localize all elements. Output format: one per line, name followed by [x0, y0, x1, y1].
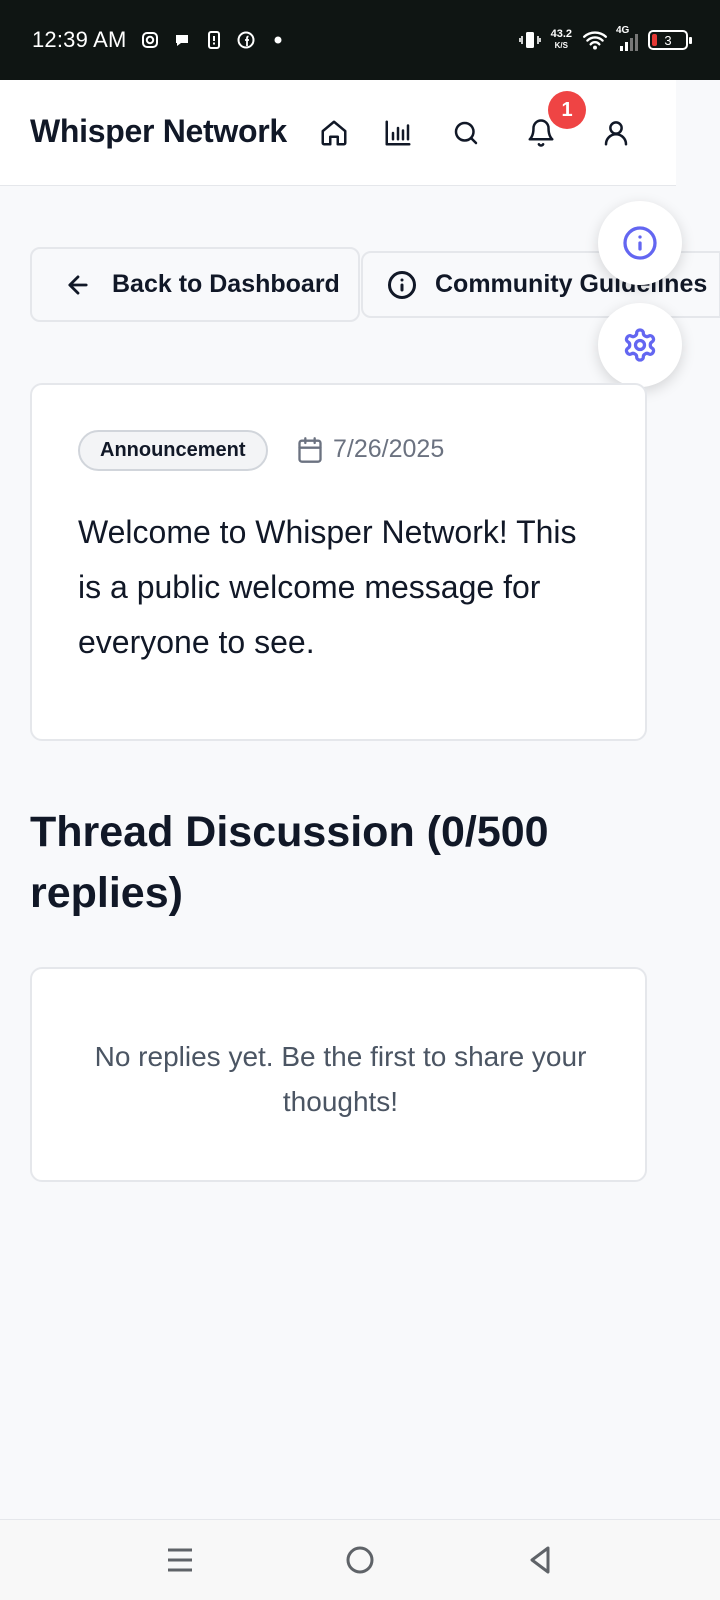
post-date-text: 7/26/2025 — [333, 435, 445, 463]
empty-replies-message: No replies yet. Be the first to share yo… — [94, 1041, 587, 1117]
post-category-badge: Announcement — [78, 430, 268, 471]
signal-bar-3 — [630, 38, 633, 51]
status-notification-icons — [141, 31, 287, 49]
status-bar: 12:39 AM 43.2 K/S 4G 3 — [0, 0, 720, 80]
status-time: 12:39 AM — [32, 27, 127, 52]
info-fab-button[interactable] — [598, 201, 682, 285]
more-dot-icon — [274, 36, 282, 44]
signal-bar-1 — [620, 46, 623, 51]
instagram-icon — [141, 32, 158, 48]
home-circle-icon — [346, 1546, 374, 1574]
sim-alert-icon — [207, 31, 220, 49]
brand-title[interactable]: Whisper Network — [30, 113, 287, 150]
vibrate-icon — [518, 32, 541, 48]
signal-bar-2 — [625, 42, 628, 51]
back-triangle-icon — [530, 1546, 550, 1574]
back-button[interactable] — [518, 1538, 562, 1582]
back-to-dashboard-label: Back to Dashboard — [112, 270, 340, 298]
info-icon — [388, 270, 416, 299]
arrow-left-icon — [68, 274, 88, 295]
network-speed-unit: K/S — [554, 41, 568, 50]
info-icon — [623, 226, 657, 260]
post-date: 7/26/2025 — [296, 435, 444, 464]
cellular-signal: 4G — [616, 25, 638, 51]
user-icon[interactable] — [599, 116, 633, 150]
menu-lines-icon — [168, 1548, 192, 1572]
battery-level-fill — [652, 34, 657, 46]
stats-icon[interactable] — [381, 116, 415, 150]
network-speed: 43.2 K/S — [551, 29, 572, 51]
post-body: Welcome to Whisper Network! This is a pu… — [78, 514, 577, 660]
battery-level: 3 — [664, 32, 672, 48]
battery-icon: 3 — [648, 30, 692, 50]
thread-title: Thread Discussion (0/500 replies) — [30, 808, 549, 917]
settings-fab-button[interactable] — [598, 303, 682, 387]
network-speed-value: 43.2 — [550, 28, 572, 40]
status-system-icons: 43.2 K/S 4G 3 — [518, 25, 692, 51]
facebook-icon — [237, 31, 255, 49]
signal-bar-4 — [635, 34, 638, 51]
network-type: 4G — [616, 25, 630, 36]
back-to-dashboard-button[interactable]: Back to Dashboard — [30, 247, 360, 322]
notification-badge[interactable]: 1 — [548, 91, 586, 129]
recent-apps-button[interactable] — [158, 1538, 202, 1582]
wifi-icon — [582, 31, 608, 50]
chat-bubble-icon — [175, 35, 188, 46]
replies-empty-card: No replies yet. Be the first to share yo… — [30, 967, 647, 1182]
home-button[interactable] — [338, 1538, 382, 1582]
home-icon[interactable] — [317, 116, 351, 150]
search-icon[interactable] — [449, 116, 483, 150]
system-navigation-bar — [0, 1519, 720, 1600]
calendar-icon — [298, 436, 322, 463]
gear-icon — [624, 328, 656, 362]
post-card: Announcement 7/26/2025 Welcome to Whispe… — [30, 383, 647, 741]
